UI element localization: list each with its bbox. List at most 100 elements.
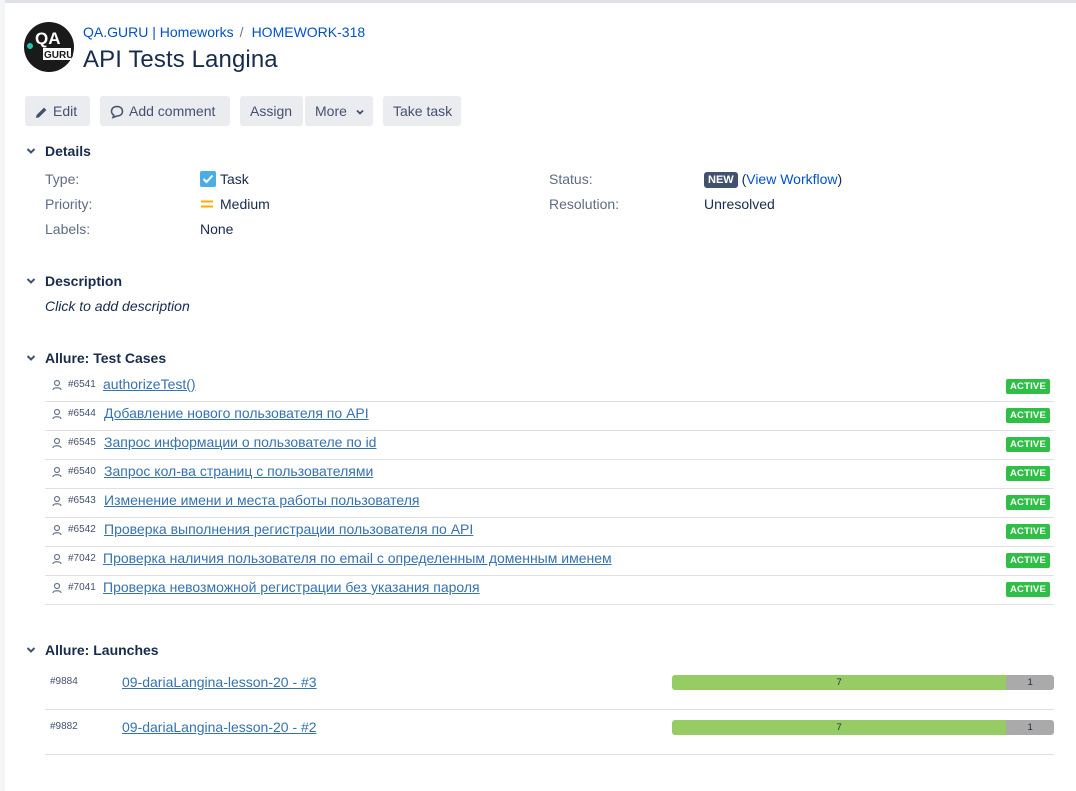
comment-icon [110, 106, 124, 120]
chevron-down-icon [26, 355, 36, 361]
status-badge: ACTIVE [1005, 582, 1050, 597]
more-button-label: More [315, 103, 347, 119]
chevron-down-icon [26, 148, 36, 154]
logo-text-top: QA [35, 29, 61, 48]
test-case-id: #7042 [68, 553, 96, 564]
test-case-row: #7041 Проверка невозможной регистрации б… [45, 576, 1054, 605]
launch-result-bar[interactable]: 7 1 [672, 720, 1054, 735]
labels-label: Labels: [45, 221, 91, 237]
breadcrumb-issue-key-link[interactable]: HOMEWORK-318 [252, 24, 366, 40]
chevron-down-icon [356, 110, 364, 116]
test-cases-heading: Allure: Test Cases [45, 350, 167, 366]
test-case-link[interactable]: Проверка невозможной регистрации без ука… [103, 579, 480, 595]
test-case-id: #6541 [68, 379, 96, 390]
resolution-label: Resolution: [549, 196, 620, 212]
status-badge: ACTIVE [1005, 466, 1050, 481]
skipped-segment: 1 [1006, 675, 1054, 690]
status-badge: ACTIVE [1005, 553, 1050, 568]
resolution-value: Unresolved [704, 196, 775, 212]
test-case-id: #6543 [68, 495, 96, 506]
test-case-link[interactable]: Добавление нового пользователя по API [104, 405, 369, 421]
test-case-link[interactable]: Проверка выполнения регистрации пользова… [104, 521, 473, 537]
robot-icon [52, 379, 62, 391]
robot-icon [52, 408, 62, 420]
test-case-id: #6544 [68, 408, 96, 419]
add-comment-button[interactable]: Add comment [100, 96, 230, 126]
status-badge: ACTIVE [1005, 437, 1050, 452]
launch-row: #9882 09-dariaLangina-lesson-20 - #2 7 1 [45, 710, 1054, 755]
launch-result-bar[interactable]: 7 1 [672, 675, 1054, 690]
robot-icon [52, 582, 62, 594]
test-case-row: #6545 Запрос информации о пользователе п… [45, 431, 1054, 460]
edit-button-label: Edit [53, 103, 78, 119]
test-case-row: #6540 Запрос кол-ва страниц с пользовате… [45, 460, 1054, 489]
take-task-button[interactable]: Take task [383, 96, 461, 126]
assign-button[interactable]: Assign [240, 96, 303, 126]
test-case-row: #7042 Проверка наличия пользователя по e… [45, 547, 1054, 576]
passed-segment: 7 [672, 675, 1007, 690]
status-label: Status: [549, 171, 593, 187]
test-case-row: #6544 Добавление нового пользователя по … [45, 402, 1054, 431]
launch-link[interactable]: 09-dariaLangina-lesson-20 - #2 [122, 719, 317, 735]
status-badge: ACTIVE [1005, 524, 1050, 539]
test-case-link[interactable]: Изменение имени и места работы пользоват… [104, 492, 419, 508]
top-border [0, 0, 1076, 3]
launch-id: #9884 [50, 676, 78, 687]
test-case-row: #6543 Изменение имени и места работы пол… [45, 489, 1054, 518]
launches-heading: Allure: Launches [45, 642, 159, 658]
issue-title[interactable]: API Tests Langina [83, 46, 278, 74]
breadcrumb-separator: / [239, 24, 244, 40]
status-badge: ACTIVE [1005, 379, 1050, 394]
status-badge: ACTIVE [1005, 495, 1050, 510]
chevron-down-icon [26, 647, 36, 653]
test-case-id: #6540 [68, 466, 96, 477]
details-section-toggle[interactable]: Details [25, 143, 91, 159]
launch-link[interactable]: 09-dariaLangina-lesson-20 - #3 [122, 674, 317, 690]
robot-icon [52, 553, 62, 565]
test-case-link[interactable]: authorizeTest() [103, 376, 196, 392]
skipped-segment: 1 [1006, 720, 1054, 735]
breadcrumb-project-link[interactable]: QA.GURU | Homeworks [83, 24, 234, 40]
logo-text-bottom: GURU [44, 50, 73, 61]
launch-id: #9882 [50, 721, 78, 732]
status-badge: NEW [704, 172, 738, 188]
labels-value[interactable]: None [200, 221, 233, 237]
type-value: Task [200, 171, 249, 187]
workflow-paren-close: ) [837, 171, 843, 187]
test-case-link[interactable]: Запрос информации о пользователе по id [104, 434, 376, 450]
status-badge: ACTIVE [1005, 408, 1050, 423]
priority-value: Medium [200, 196, 270, 212]
passed-segment: 7 [672, 720, 1007, 735]
test-case-row: #6542 Проверка выполнения регистрации по… [45, 518, 1054, 547]
task-checkbox-icon [200, 171, 216, 187]
robot-icon [52, 437, 62, 449]
priority-medium-icon [201, 200, 213, 208]
description-section-toggle[interactable]: Description [25, 273, 122, 289]
type-label: Type: [45, 171, 80, 187]
details-heading: Details [45, 143, 91, 159]
robot-icon [52, 524, 62, 536]
launch-row: #9884 09-dariaLangina-lesson-20 - #3 7 1 [45, 665, 1054, 710]
status-value: NEW (View Workflow) [704, 171, 842, 188]
description-placeholder[interactable]: Click to add description [45, 298, 190, 314]
test-cases-section-toggle[interactable]: Allure: Test Cases [25, 350, 166, 366]
assign-button-label: Assign [250, 103, 293, 119]
robot-icon [52, 495, 62, 507]
type-value-text: Task [220, 171, 249, 187]
view-workflow-link[interactable]: View Workflow [746, 171, 837, 187]
test-case-link[interactable]: Проверка наличия пользователя по email с… [103, 550, 612, 566]
test-case-row: #6541 authorizeTest() ACTIVE [45, 373, 1054, 402]
description-heading: Description [45, 273, 123, 289]
add-comment-button-label: Add comment [129, 103, 216, 119]
test-case-id: #7041 [68, 582, 96, 593]
robot-icon [52, 466, 62, 478]
project-avatar: QA GURU [24, 22, 74, 72]
pencil-icon [36, 107, 47, 118]
test-case-link[interactable]: Запрос кол-ва страниц с пользователями [104, 463, 373, 479]
priority-label: Priority: [45, 196, 93, 212]
more-button[interactable]: More [305, 96, 373, 126]
launches-section-toggle[interactable]: Allure: Launches [25, 642, 159, 658]
breadcrumb: QA.GURU | Homeworks / HOMEWORK-318 [83, 24, 365, 40]
left-border [0, 0, 5, 791]
edit-button[interactable]: Edit [25, 96, 90, 126]
